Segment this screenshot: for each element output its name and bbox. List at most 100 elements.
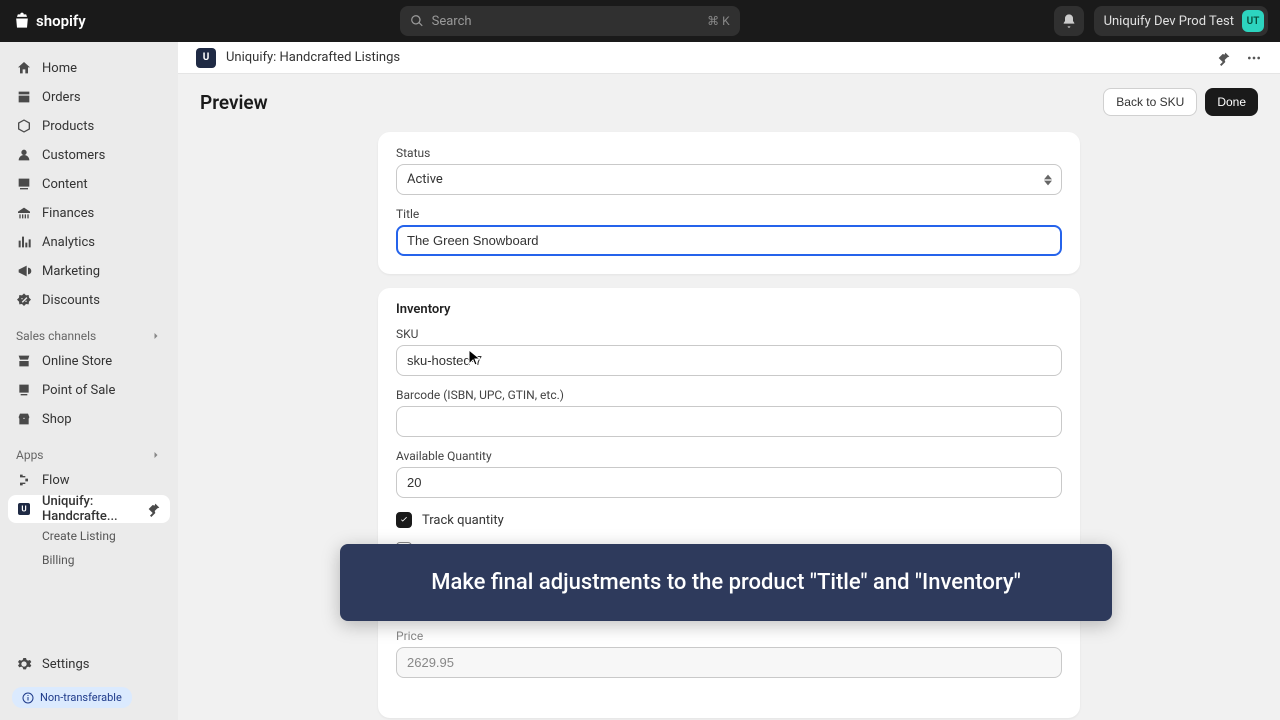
info-icon [22, 692, 34, 704]
flow-icon [16, 472, 32, 488]
barcode-label: Barcode (ISBN, UPC, GTIN, etc.) [396, 388, 1062, 402]
sidebar-item-label: Customers [42, 148, 105, 163]
check-icon [399, 515, 409, 525]
page-head: Preview Back to SKU Done [200, 88, 1258, 116]
app-header: U Uniquify: Handcrafted Listings [178, 42, 1280, 74]
instruction-overlay: Make final adjustments to the product "T… [340, 544, 1112, 621]
sidebar-item-online-store[interactable]: Online Store [8, 347, 170, 375]
app-icon: U [16, 501, 32, 517]
sidebar-item-label: Settings [42, 657, 89, 672]
avatar: UT [1242, 10, 1264, 32]
sidebar-item-finances[interactable]: Finances [8, 199, 170, 227]
sidebar-item-pos[interactable]: Point of Sale [8, 376, 170, 404]
search-kbd: ⌘ K [707, 14, 730, 28]
sidebar-item-label: Shop [42, 412, 72, 427]
sidebar-item-label: Point of Sale [42, 383, 115, 398]
qty-label: Available Quantity [396, 449, 1062, 463]
pin-icon[interactable] [1216, 50, 1232, 66]
qty-input[interactable] [396, 467, 1062, 498]
content-icon [16, 176, 32, 192]
badge-text: Non-transferable [40, 691, 122, 704]
title-input[interactable] [396, 225, 1062, 256]
pin-icon[interactable] [146, 501, 162, 517]
sub-item-label: Billing [42, 553, 75, 567]
sidebar-item-label: Content [42, 177, 88, 192]
sidebar-item-analytics[interactable]: Analytics [8, 228, 170, 256]
sidebar-item-home[interactable]: Home [8, 54, 170, 82]
inventory-heading: Inventory [396, 302, 1062, 317]
shopify-logo[interactable]: shopify [12, 11, 86, 31]
shopify-bag-icon [12, 11, 32, 31]
store-icon [16, 353, 32, 369]
orders-icon [16, 89, 32, 105]
search-icon [410, 14, 424, 28]
sidebar-item-shop[interactable]: Shop [8, 405, 170, 433]
card-inventory: Inventory SKU Barcode (ISBN, UPC, GTIN, … [378, 288, 1080, 576]
sidebar-item-products[interactable]: Products [8, 112, 170, 140]
section-apps[interactable]: Apps [8, 442, 170, 466]
sub-item-label: Create Listing [42, 529, 116, 543]
non-transferable-badge: Non-transferable [12, 687, 132, 708]
discounts-icon [16, 292, 32, 308]
gear-icon [16, 656, 32, 672]
shop-icon [16, 411, 32, 427]
bell-icon [1061, 13, 1077, 29]
track-quantity-row[interactable]: Track quantity [396, 512, 1062, 528]
sidebar-item-orders[interactable]: Orders [8, 83, 170, 111]
sku-label: SKU [396, 327, 1062, 341]
more-icon[interactable] [1246, 50, 1262, 66]
sidebar: Home Orders Products Customers Content F… [0, 42, 178, 720]
card-general: Status Active Title [378, 132, 1080, 274]
sidebar-item-label: Flow [42, 473, 70, 488]
sidebar-item-settings[interactable]: Settings [8, 650, 170, 678]
sidebar-item-label: Analytics [42, 235, 95, 250]
sidebar-item-label: Uniquify: Handcrafte... [42, 494, 136, 524]
sidebar-item-label: Products [42, 119, 94, 134]
sidebar-item-uniquify[interactable]: U Uniquify: Handcrafte... [8, 495, 170, 523]
sidebar-item-discounts[interactable]: Discounts [8, 286, 170, 314]
logo-text: shopify [36, 12, 86, 30]
pos-icon [16, 382, 32, 398]
section-label: Sales channels [16, 329, 96, 343]
instruction-text: Make final adjustments to the product "T… [431, 570, 1021, 595]
topbar-right: Uniquify Dev Prod Test UT [1054, 6, 1268, 36]
avatar-initials: UT [1247, 16, 1260, 27]
sidebar-item-label: Online Store [42, 354, 112, 369]
finances-icon [16, 205, 32, 221]
sku-input[interactable] [396, 345, 1062, 376]
price-input[interactable] [396, 647, 1062, 678]
status-select[interactable]: Active [396, 164, 1062, 195]
section-sales-channels[interactable]: Sales channels [8, 323, 170, 347]
sidebar-item-flow[interactable]: Flow [8, 466, 170, 494]
chevron-right-icon [150, 330, 162, 342]
track-quantity-checkbox[interactable] [396, 512, 412, 528]
app-header-title: Uniquify: Handcrafted Listings [226, 50, 400, 65]
sidebar-item-content[interactable]: Content [8, 170, 170, 198]
svg-text:U: U [21, 505, 26, 514]
sidebar-item-customers[interactable]: Customers [8, 141, 170, 169]
cursor-icon [468, 349, 482, 371]
done-button[interactable]: Done [1205, 88, 1258, 116]
products-icon [16, 118, 32, 134]
barcode-input[interactable] [396, 406, 1062, 437]
chevron-right-icon [150, 449, 162, 461]
search-placeholder: Search [432, 14, 472, 29]
page-title: Preview [200, 91, 268, 114]
home-icon [16, 60, 32, 76]
sidebar-sub-billing[interactable]: Billing [8, 548, 170, 572]
store-name: Uniquify Dev Prod Test [1104, 14, 1234, 29]
sidebar-item-label: Finances [42, 206, 94, 221]
search-input[interactable]: Search ⌘ K [400, 6, 740, 36]
sidebar-sub-create-listing[interactable]: Create Listing [8, 524, 170, 548]
app-header-icon: U [196, 48, 216, 68]
notifications-button[interactable] [1054, 6, 1084, 36]
sidebar-item-label: Marketing [42, 264, 100, 279]
sidebar-item-label: Home [42, 61, 77, 76]
topbar-left: shopify [12, 11, 86, 31]
customers-icon [16, 147, 32, 163]
back-to-sku-button[interactable]: Back to SKU [1103, 88, 1197, 116]
analytics-icon [16, 234, 32, 250]
sidebar-item-marketing[interactable]: Marketing [8, 257, 170, 285]
store-switcher[interactable]: Uniquify Dev Prod Test UT [1094, 6, 1268, 36]
app-icon-letter: U [203, 52, 210, 63]
